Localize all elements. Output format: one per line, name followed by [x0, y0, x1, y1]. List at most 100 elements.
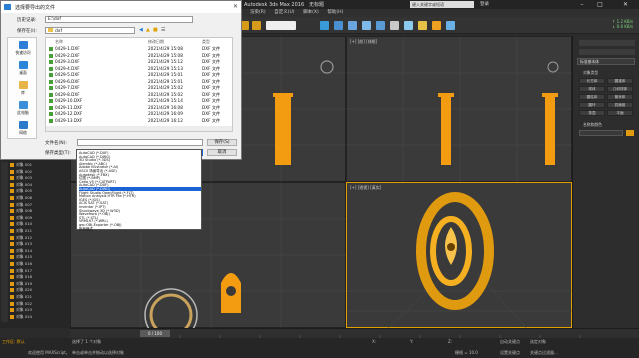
teapot-button[interactable]: 茶壶: [579, 110, 605, 116]
scene-item[interactable]: 对象 010: [10, 221, 68, 227]
command-panel-tabs[interactable]: [579, 40, 635, 46]
scene-item[interactable]: 对象 007: [10, 202, 68, 208]
up-folder-icon[interactable]: ▲: [146, 27, 150, 33]
place-quick-access[interactable]: 快速访问: [8, 41, 38, 56]
file-row[interactable]: 0429-11.DXF 2021/4/29 16:08 DXF 文件: [46, 105, 232, 111]
scene-item[interactable]: 对象 003: [10, 175, 68, 181]
maxscript-listener[interactable]: 欢迎使用 MAXScript。: [28, 350, 70, 356]
file-row[interactable]: 0429-10.DXF 2021/4/29 15:14 DXF 文件: [46, 98, 232, 104]
material-editor-icon[interactable]: [390, 21, 399, 30]
file-row[interactable]: 0429-2.DXF 2021/4/29 15:08 DXF 文件: [46, 53, 232, 59]
viewport-perspective[interactable]: [+] [透视] [真实]: [346, 182, 573, 329]
plane-button[interactable]: 平面: [607, 110, 633, 116]
save-button[interactable]: 保存(S): [207, 139, 237, 146]
scene-item[interactable]: 对象 023: [10, 307, 68, 313]
place-this-pc[interactable]: 此电脑: [8, 101, 38, 116]
cancel-button[interactable]: 取消: [207, 149, 237, 156]
autokey-button[interactable]: 自动关键点: [500, 339, 520, 345]
dialog-close-icon[interactable]: ✕: [233, 3, 238, 10]
horizontal-scrollbar[interactable]: [46, 126, 232, 131]
scene-item[interactable]: 对象 002: [10, 169, 68, 175]
curve-editor-icon[interactable]: [362, 21, 371, 30]
location-dropdown[interactable]: dxf: [45, 27, 135, 34]
scene-item[interactable]: 对象 024: [10, 314, 68, 320]
place-network[interactable]: 网络: [8, 121, 38, 136]
torus-button[interactable]: 圆环: [579, 102, 605, 108]
workspace-label[interactable]: 工作区: 默认: [2, 339, 25, 345]
scene-item[interactable]: 对象 018: [10, 274, 68, 280]
cylinder-button[interactable]: 圆柱体: [579, 94, 605, 100]
scene-item[interactable]: 对象 006: [10, 195, 68, 201]
pyramid-button[interactable]: 四棱锥: [607, 102, 633, 108]
close-icon[interactable]: ✕: [612, 0, 639, 9]
scene-item[interactable]: 对象 015: [10, 254, 68, 260]
place-library[interactable]: 库: [8, 81, 38, 96]
minimize-icon[interactable]: –: [574, 0, 590, 9]
file-row[interactable]: 0429-8.DXF 2021/4/29 15:02 DXF 文件: [46, 92, 232, 98]
new-folder-icon[interactable]: ■: [153, 27, 158, 33]
scene-item[interactable]: 对象 001: [10, 162, 68, 168]
key-filters-button[interactable]: 关键点过滤器...: [530, 350, 558, 356]
scene-item[interactable]: 对象 019: [10, 281, 68, 287]
view-menu-icon[interactable]: ☰: [161, 27, 165, 33]
menu-help[interactable]: 帮助(H): [327, 9, 343, 17]
object-name-field[interactable]: [579, 130, 623, 136]
layer-icon[interactable]: [348, 21, 357, 30]
scene-item[interactable]: 对象 004: [10, 182, 68, 188]
scene-item[interactable]: 对象 021: [10, 294, 68, 300]
create-category-icons[interactable]: [579, 49, 635, 55]
geosphere-button[interactable]: 几何球体: [607, 86, 633, 92]
scene-item[interactable]: 对象 012: [10, 235, 68, 241]
viewport-front[interactable]: [+] [前] [线框]: [346, 36, 573, 183]
menu-script[interactable]: 脚本(X): [303, 9, 319, 17]
maximize-icon[interactable]: □: [592, 0, 608, 9]
column-type-header[interactable]: 类型: [202, 39, 210, 45]
file-row[interactable]: 0429-3.DXF 2021/4/29 15:12 DXF 文件: [46, 59, 232, 65]
angle-snap-icon[interactable]: [252, 21, 261, 30]
schematic-icon[interactable]: [376, 21, 385, 30]
file-row[interactable]: 0429-13.DXF 2021/4/29 16:12 DXF 文件: [46, 118, 232, 124]
column-name-header[interactable]: 名称: [55, 39, 63, 45]
primitive-type-dropdown[interactable]: 标准基本体: [577, 58, 635, 65]
file-row[interactable]: 0429-4.DXF 2021/4/29 15:13 DXF 文件: [46, 66, 232, 72]
named-selection-dropdown[interactable]: [266, 21, 296, 30]
filetype-option[interactable]: 所有格式: [79, 227, 201, 231]
mirror-icon[interactable]: [320, 21, 329, 30]
file-row[interactable]: 0429-7.DXF 2021/4/29 15:02 DXF 文件: [46, 85, 232, 91]
history-dropdown[interactable]: E:\dxf: [45, 16, 193, 23]
time-slider[interactable]: 0 / 100: [70, 328, 639, 339]
align-icon[interactable]: [334, 21, 343, 30]
menu-customize[interactable]: 自定义(U): [274, 9, 294, 17]
column-date-header[interactable]: 修改日期: [148, 39, 164, 45]
render-icon[interactable]: [432, 21, 441, 30]
tube-button[interactable]: 管状体: [607, 94, 633, 100]
setkey-button[interactable]: 设置关键点: [500, 350, 520, 356]
scene-item[interactable]: 对象 009: [10, 215, 68, 221]
back-icon[interactable]: ◀: [139, 27, 143, 33]
search-input[interactable]: 键入关键字或短语: [410, 1, 474, 8]
render-setup-icon[interactable]: [404, 21, 413, 30]
file-row[interactable]: 0429-5.DXF 2021/4/29 15:01 DXF 文件: [46, 72, 232, 78]
scene-item[interactable]: 对象 005: [10, 188, 68, 194]
place-desktop[interactable]: 桌面: [8, 61, 38, 76]
scene-item[interactable]: 对象 022: [10, 301, 68, 307]
file-row[interactable]: 0429-1.DXF 2021/4/29 15:08 DXF 文件: [46, 46, 232, 52]
sphere-button[interactable]: 球体: [579, 86, 605, 92]
scene-item[interactable]: 对象 008: [10, 208, 68, 214]
filename-input[interactable]: [77, 139, 203, 146]
scene-item[interactable]: 对象 017: [10, 268, 68, 274]
scene-item[interactable]: 对象 014: [10, 248, 68, 254]
scene-item[interactable]: 对象 011: [10, 228, 68, 234]
signin-link[interactable]: 登录: [480, 1, 518, 8]
object-color-swatch[interactable]: [626, 130, 634, 136]
cone-button[interactable]: 圆锥体: [607, 78, 633, 84]
menu-render[interactable]: 渲染(R): [250, 9, 266, 17]
selected-dropdown[interactable]: 选定对象: [530, 339, 546, 345]
box-button[interactable]: 长方体: [579, 78, 605, 84]
file-row[interactable]: 0429-12.DXF 2021/4/29 16:09 DXF 文件: [46, 111, 232, 117]
render-frame-icon[interactable]: [418, 21, 427, 30]
scene-item[interactable]: 对象 013: [10, 241, 68, 247]
scene-item[interactable]: 对象 016: [10, 261, 68, 267]
scene-item[interactable]: 对象 020: [10, 287, 68, 293]
render-active-icon[interactable]: [446, 21, 455, 30]
